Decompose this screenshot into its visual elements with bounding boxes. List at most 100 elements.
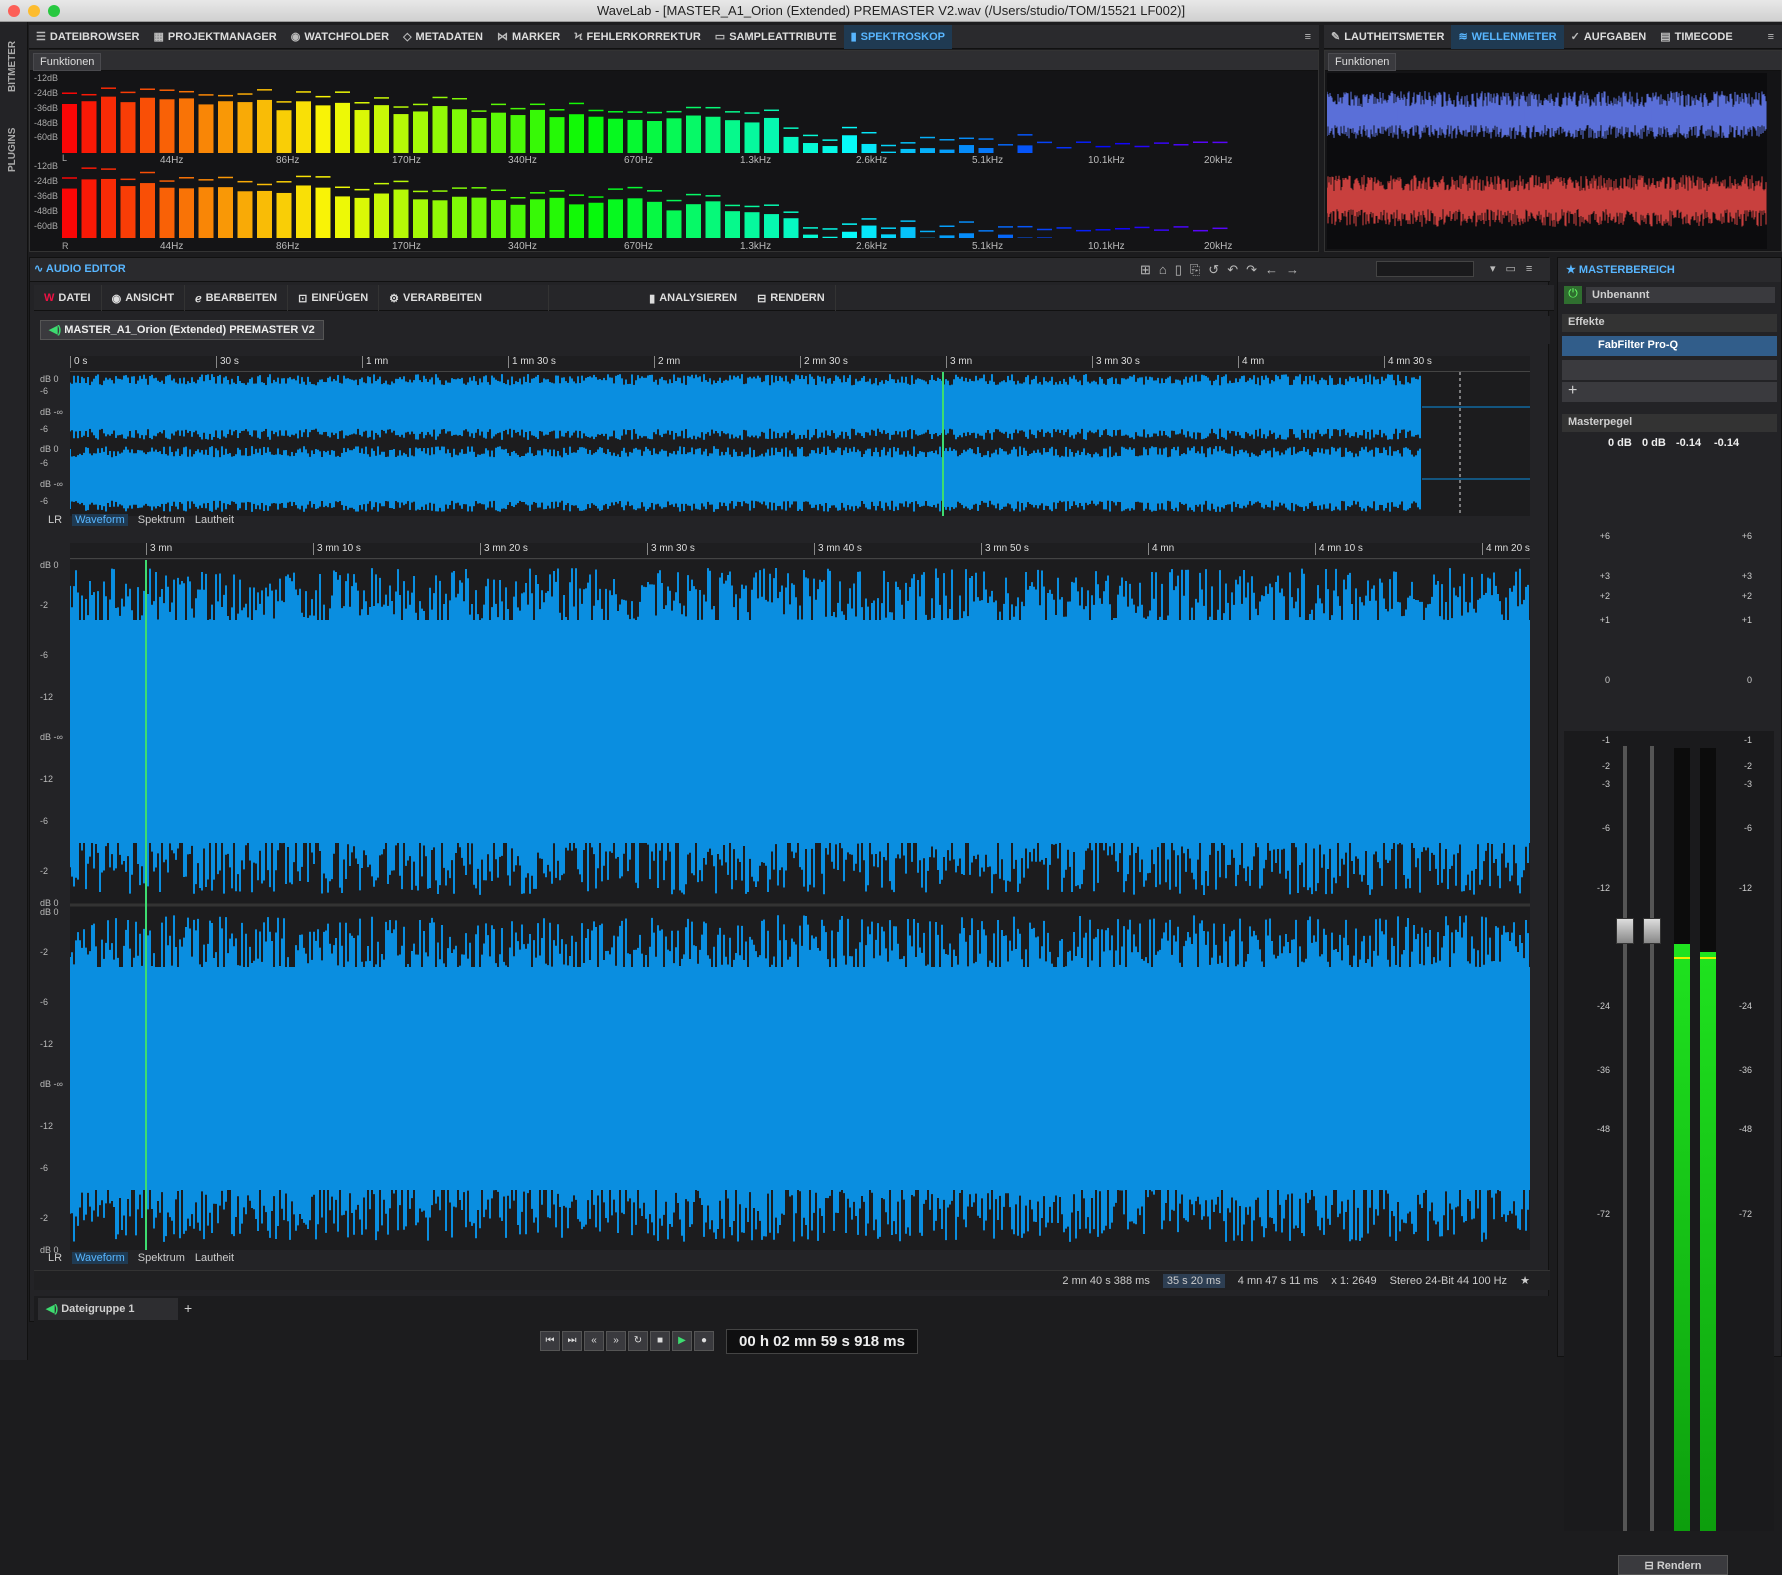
tab-aufgaben[interactable]: ✓AUFGABEN: [1564, 25, 1654, 49]
plugin-slot-fabfilter[interactable]: FabFilter Pro-Q: [1562, 336, 1777, 356]
tab-spektrum[interactable]: Spektrum: [138, 1252, 185, 1264]
fader-handle-right[interactable]: [1643, 918, 1661, 944]
menu-bearbeiten[interactable]: ℯBEARBEITEN: [185, 285, 288, 311]
stop-icon[interactable]: ■: [650, 1331, 670, 1351]
overview-time-ruler[interactable]: 0 s30 s1 mn1 mn 30 s2 mn2 mn 30 s3 mn3 m…: [70, 356, 1530, 372]
spectrum-bar: [316, 188, 331, 238]
spectrum-peak-marker: [472, 187, 487, 189]
spectrum-peak-marker: [550, 190, 565, 192]
tab-waveform[interactable]: Waveform: [72, 1252, 128, 1264]
plugin-slot-empty[interactable]: [1562, 360, 1777, 380]
menu-verarbeiten[interactable]: ⚙VERARBEITEN: [379, 285, 549, 311]
main-db-label: -12: [40, 692, 53, 702]
time-display[interactable]: 00 h 02 mn 59 s 918 ms: [726, 1329, 918, 1354]
preset-name[interactable]: Unbenannt: [1586, 287, 1775, 303]
play-icon[interactable]: ▶: [672, 1331, 692, 1351]
spectrum-peak-marker: [1057, 227, 1072, 229]
spectrum-peak-marker: [316, 96, 331, 98]
gain-left[interactable]: 0 dB: [1608, 437, 1632, 449]
spectrum-bar: [82, 101, 97, 153]
file-length[interactable]: 4 mn 47 s 11 ms: [1238, 1275, 1319, 1287]
tab-fehlerkorrektur[interactable]: ϟFEHLERKORREKTUR: [567, 25, 708, 49]
add-file-group-button[interactable]: +: [184, 1300, 192, 1316]
tab-metadaten[interactable]: ◇METADATEN: [396, 25, 490, 49]
spectrum-bar: [277, 110, 292, 153]
tab-waveform[interactable]: Waveform: [72, 514, 128, 526]
render-button[interactable]: ⊟ Rendern: [1618, 1555, 1728, 1575]
spectrum-peak-marker: [62, 92, 77, 94]
cursor-position[interactable]: 2 mn 40 s 388 ms: [1062, 1275, 1149, 1287]
tab-wellenmeter[interactable]: ≋WELLENMETER: [1451, 25, 1563, 49]
spectrum-peak-marker: [179, 91, 194, 93]
tab-sampleattribute[interactable]: ▭SAMPLEATTRIBUTE: [708, 25, 844, 49]
menu-datei[interactable]: WDATEI: [34, 285, 102, 311]
tab-timecode[interactable]: ▤TIMECODE: [1653, 25, 1739, 49]
ruler-tick: 3 mn 50 s: [981, 543, 1029, 555]
spectrum-peak-marker: [257, 184, 272, 186]
power-icon[interactable]: ⏻: [1564, 286, 1582, 304]
spectrum-bar: [686, 204, 701, 238]
spectrum-bar: [901, 227, 916, 238]
main-time-ruler[interactable]: 3 mn3 mn 10 s3 mn 20 s3 mn 30 s3 mn 40 s…: [70, 543, 1530, 559]
selection-length[interactable]: 35 s 20 ms: [1163, 1274, 1225, 1288]
star-icon[interactable]: ★: [1520, 1275, 1530, 1287]
tab-lautheit[interactable]: Lautheit: [195, 514, 234, 526]
tab-lautheit[interactable]: Lautheit: [195, 1252, 234, 1264]
panel-menu-icon[interactable]: ≡: [1305, 31, 1311, 43]
spectro-functions-button[interactable]: Funktionen: [33, 53, 101, 71]
editor-toolbar-icons[interactable]: ⊞⌂▯⎘↺↶↷←→: [1140, 262, 1307, 278]
rewind-icon[interactable]: «: [584, 1331, 604, 1351]
spectrum-peak-marker: [199, 179, 214, 181]
fast-forward-icon[interactable]: »: [606, 1331, 626, 1351]
sidebar-item-bitmeter[interactable]: BITMETER: [7, 41, 18, 92]
tab-dateibrowser[interactable]: ☰DATEIBROWSER: [29, 25, 147, 49]
file-tab[interactable]: ◀) MASTER_A1_Orion (Extended) PREMASTER …: [40, 320, 324, 340]
close-window-icon[interactable]: [8, 5, 20, 17]
menu-rendern[interactable]: ⊟RENDERN: [747, 285, 836, 311]
gain-right[interactable]: 0 dB: [1642, 437, 1666, 449]
overview-waveform[interactable]: [70, 372, 1530, 516]
menu-ansicht[interactable]: ◉ANSICHT: [102, 285, 186, 311]
loop-icon[interactable]: ↻: [628, 1331, 648, 1351]
forward-end-icon[interactable]: ⏭: [562, 1331, 582, 1351]
menu-einfuegen[interactable]: ⊡EINFÜGEN: [288, 285, 379, 311]
sidebar-item-plugins[interactable]: PLUGINS: [7, 128, 18, 172]
editor-window-icons[interactable]: ▾▭≡: [1490, 262, 1542, 275]
tab-spektroskop[interactable]: ▮SPEKTROSKOP: [844, 25, 952, 49]
zoom-window-icon[interactable]: [48, 5, 60, 17]
spectrum-bar: [413, 111, 428, 153]
zoom-level[interactable]: x 1: 2649: [1331, 1275, 1376, 1287]
spectrum-peak-marker: [335, 91, 350, 93]
spectrum-peak-marker: [1076, 141, 1091, 143]
spectrum-peak-marker: [1018, 226, 1033, 228]
audio-format[interactable]: Stereo 24-Bit 44 100 Hz: [1390, 1275, 1507, 1287]
spectrum-bar: [686, 116, 701, 153]
menu-analysieren[interactable]: ▮ANALYSIEREN: [639, 285, 747, 311]
spectrum-peak-marker: [1213, 142, 1228, 144]
check-icon: ✓: [1571, 30, 1580, 43]
tab-projektmanager[interactable]: ▦PROJEKTMANAGER: [147, 25, 284, 49]
rewind-start-icon[interactable]: ⏮: [540, 1331, 560, 1351]
spectrum-bar: [121, 186, 136, 238]
meter-panel-menu-icon[interactable]: ≡: [1768, 31, 1774, 43]
minimize-window-icon[interactable]: [28, 5, 40, 17]
tab-lautheitsmeter[interactable]: ✎LAUTHEITSMETER: [1324, 25, 1451, 49]
spectrum-peak-marker: [1135, 146, 1150, 148]
tab-spektrum[interactable]: Spektrum: [138, 514, 185, 526]
spectrum-bar: [862, 226, 877, 238]
meter-scale-label: +2: [1588, 591, 1610, 601]
main-waveform[interactable]: [70, 560, 1530, 1250]
file-group-tab[interactable]: ◀) Dateigruppe 1: [38, 1298, 178, 1320]
wavemeter-functions-button[interactable]: Funktionen: [1328, 53, 1396, 71]
fader-handle-left[interactable]: [1616, 918, 1634, 944]
tab-watchfolder[interactable]: ◉WATCHFOLDER: [284, 25, 396, 49]
tab-marker[interactable]: ⋈MARKER: [490, 25, 567, 49]
editor-dropdown[interactable]: [1376, 261, 1474, 277]
record-icon[interactable]: ●: [694, 1331, 714, 1351]
spectrum-bar: [959, 233, 974, 238]
spectrum-peak-marker: [1096, 146, 1111, 148]
spectrum-peak-marker: [101, 168, 116, 170]
overview-db-label: dB 0: [40, 444, 59, 454]
add-plugin-button[interactable]: +: [1562, 382, 1777, 402]
lr-toggle[interactable]: LR: [48, 514, 62, 526]
